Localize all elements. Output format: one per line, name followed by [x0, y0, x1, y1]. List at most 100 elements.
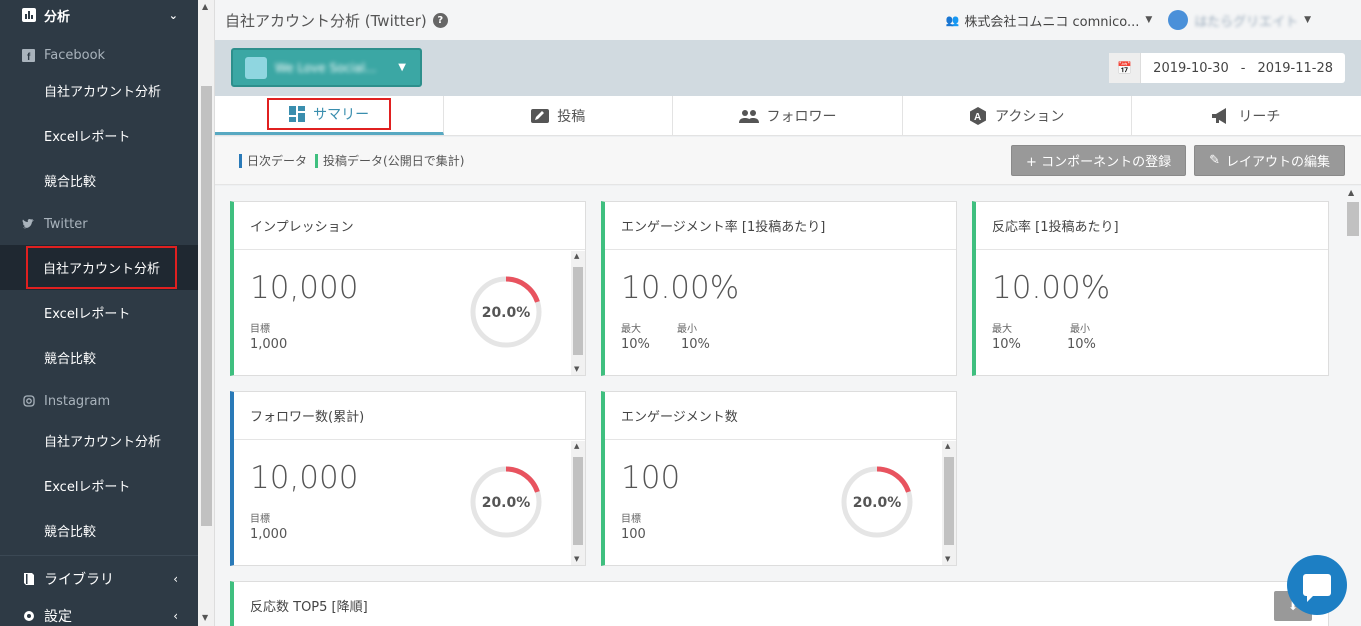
- scrollbar-thumb[interactable]: [1347, 202, 1359, 236]
- scrollbar-thumb[interactable]: [573, 457, 583, 545]
- dashboard-icon: [289, 106, 306, 122]
- sidebar-item-label: 競合比較: [44, 175, 97, 190]
- max-value: 10%: [621, 337, 650, 352]
- sidebar-item-fb-compare[interactable]: 競合比較: [0, 158, 198, 203]
- company-name: 株式会社コムニコ comnico...: [964, 14, 1140, 30]
- sidebar-item-ig-compare[interactable]: 競合比較: [0, 508, 198, 553]
- sidebar-group-label: Instagram: [44, 393, 111, 409]
- scroll-down-arrow-icon[interactable]: ▼: [202, 613, 208, 622]
- sidebar-item-tw-compare[interactable]: 競合比較: [0, 335, 198, 380]
- sidebar-item-fb-excel[interactable]: Excelレポート: [0, 113, 198, 158]
- page-title: 自社アカウント分析 (Twitter): [225, 11, 427, 30]
- sidebar-item-label: 競合比較: [44, 352, 97, 367]
- calendar-icon: 📅: [1109, 53, 1142, 83]
- scroll-up-arrow-icon[interactable]: ▲: [574, 252, 579, 260]
- scroll-down-arrow-icon[interactable]: ▼: [574, 555, 579, 563]
- sidebar-item-label: Excelレポート: [44, 480, 131, 495]
- facebook-icon: f: [22, 48, 35, 62]
- caret-down-icon: ▼: [1304, 15, 1311, 25]
- tab-followers[interactable]: フォロワー: [673, 96, 903, 135]
- tab-label: 投稿: [557, 108, 586, 125]
- target-value: 1,000: [250, 527, 288, 542]
- account-bar: We Love Social... ▼ 📅 2019-10-30 - 2019-…: [215, 40, 1361, 96]
- card-value: 100: [621, 460, 681, 496]
- card-title: フォロワー数(累計): [234, 392, 585, 440]
- sidebar-item-label: 自社アカウント分析: [25, 246, 178, 289]
- tab-label: リーチ: [1238, 108, 1281, 125]
- max-label: 最大: [621, 324, 641, 335]
- account-name: We Love Social...: [275, 60, 377, 75]
- date-start: 2019-10-30: [1153, 60, 1229, 76]
- sidebar-section-label: 分析: [44, 9, 71, 25]
- date-end: 2019-11-28: [1257, 60, 1333, 76]
- card-title: エンゲージメント数: [605, 392, 956, 440]
- date-range-picker[interactable]: 📅 2019-10-30 - 2019-11-28: [1109, 53, 1345, 83]
- avatar: [1168, 10, 1189, 30]
- sidebar-item-fb-account[interactable]: 自社アカウント分析: [0, 68, 198, 113]
- card-value: 10.00%: [992, 270, 1111, 306]
- card-scrollbar[interactable]: ▲ ▼: [571, 441, 585, 565]
- gear-icon: [24, 611, 34, 621]
- sidebar-section-library[interactable]: ライブラリ ‹: [0, 555, 198, 601]
- sidebar-item-tw-excel[interactable]: Excelレポート: [0, 290, 198, 335]
- scrollbar-thumb[interactable]: [944, 457, 954, 545]
- tab-label: フォロワー: [766, 108, 837, 125]
- help-icon[interactable]: ?: [432, 12, 448, 28]
- gauge-label: 20.0%: [482, 305, 531, 321]
- sidebar-group-twitter: Twitter: [0, 211, 198, 237]
- caret-down-icon: ▼: [398, 62, 406, 73]
- sidebar-item-tw-account[interactable]: 自社アカウント分析: [0, 245, 198, 290]
- scroll-up-arrow-icon[interactable]: ▲: [202, 2, 208, 11]
- sidebar-section-settings[interactable]: 設定 ‹: [0, 601, 198, 626]
- max-value: 10%: [992, 337, 1021, 352]
- page-scrollbar[interactable]: ▲ ▼: [198, 0, 215, 626]
- card-title: 反応率 [1投稿あたり]: [976, 202, 1328, 250]
- account-avatar: [245, 56, 267, 79]
- button-label: レイアウトの編集: [1225, 155, 1330, 170]
- scroll-down-arrow-icon[interactable]: ▼: [574, 365, 579, 373]
- book-icon: [24, 572, 34, 585]
- progress-gauge: 20.0%: [470, 466, 542, 538]
- sidebar-section-analysis[interactable]: 分析 ⌄: [0, 0, 198, 30]
- scroll-up-arrow-icon[interactable]: ▲: [574, 442, 579, 450]
- card-scrollbar[interactable]: ▲ ▼: [571, 251, 585, 375]
- card-top5: 反応数 TOP5 [降順] ⬇: [230, 581, 1329, 626]
- add-component-button[interactable]: + コンポーネントの登録: [1011, 145, 1187, 176]
- scroll-up-arrow-icon[interactable]: ▲: [1348, 188, 1354, 197]
- sidebar: 分析 ⌄ f Facebook 自社アカウント分析 Excelレポート 競合比較…: [0, 0, 198, 626]
- target-value: 100: [621, 527, 646, 542]
- twitter-icon: [22, 218, 35, 231]
- tab-summary[interactable]: サマリー: [215, 96, 445, 135]
- tab-posts[interactable]: 投稿: [444, 96, 674, 135]
- tab-bar: サマリー 投稿 フォロワー A アクション リーチ: [215, 96, 1361, 136]
- card-scrollbar[interactable]: ▲ ▼: [942, 441, 956, 565]
- progress-gauge: 20.0%: [841, 466, 913, 538]
- chat-button[interactable]: [1287, 555, 1347, 615]
- scrollbar-thumb[interactable]: [201, 86, 212, 526]
- action-icon: A: [970, 106, 987, 125]
- card-value: 10,000: [250, 460, 359, 496]
- content-scrollbar[interactable]: ▲: [1343, 186, 1361, 626]
- tab-actions[interactable]: A アクション: [903, 96, 1132, 135]
- scrollbar-thumb[interactable]: [573, 267, 583, 355]
- progress-gauge: 20.0%: [470, 276, 542, 348]
- chevron-down-icon: ⌄: [168, 8, 178, 22]
- tab-reach[interactable]: リーチ: [1132, 96, 1361, 135]
- min-label: 最小: [677, 324, 697, 335]
- scroll-down-arrow-icon[interactable]: ▼: [945, 555, 950, 563]
- svg-text:A: A: [974, 112, 981, 123]
- sidebar-section-label: 設定: [44, 609, 72, 625]
- edit-layout-button[interactable]: ✎ レイアウトの編集: [1194, 145, 1345, 176]
- scroll-up-arrow-icon[interactable]: ▲: [945, 442, 950, 450]
- sidebar-item-ig-excel[interactable]: Excelレポート: [0, 463, 198, 508]
- company-selector[interactable]: 👥 株式会社コムニコ comnico... ▼: [946, 11, 1153, 30]
- tab-label: アクション: [995, 108, 1065, 125]
- caret-down-icon: ▼: [1145, 15, 1153, 25]
- account-selector-button[interactable]: We Love Social... ▼: [231, 48, 422, 87]
- sidebar-item-label: 競合比較: [44, 525, 97, 540]
- legend-swatch: [315, 153, 319, 168]
- sidebar-item-ig-account[interactable]: 自社アカウント分析: [0, 418, 198, 463]
- sidebar-group-label: Twitter: [44, 216, 88, 232]
- edit-icon: ✎: [1209, 153, 1220, 168]
- user-menu[interactable]: はたらグリエイト ▼: [1168, 10, 1311, 30]
